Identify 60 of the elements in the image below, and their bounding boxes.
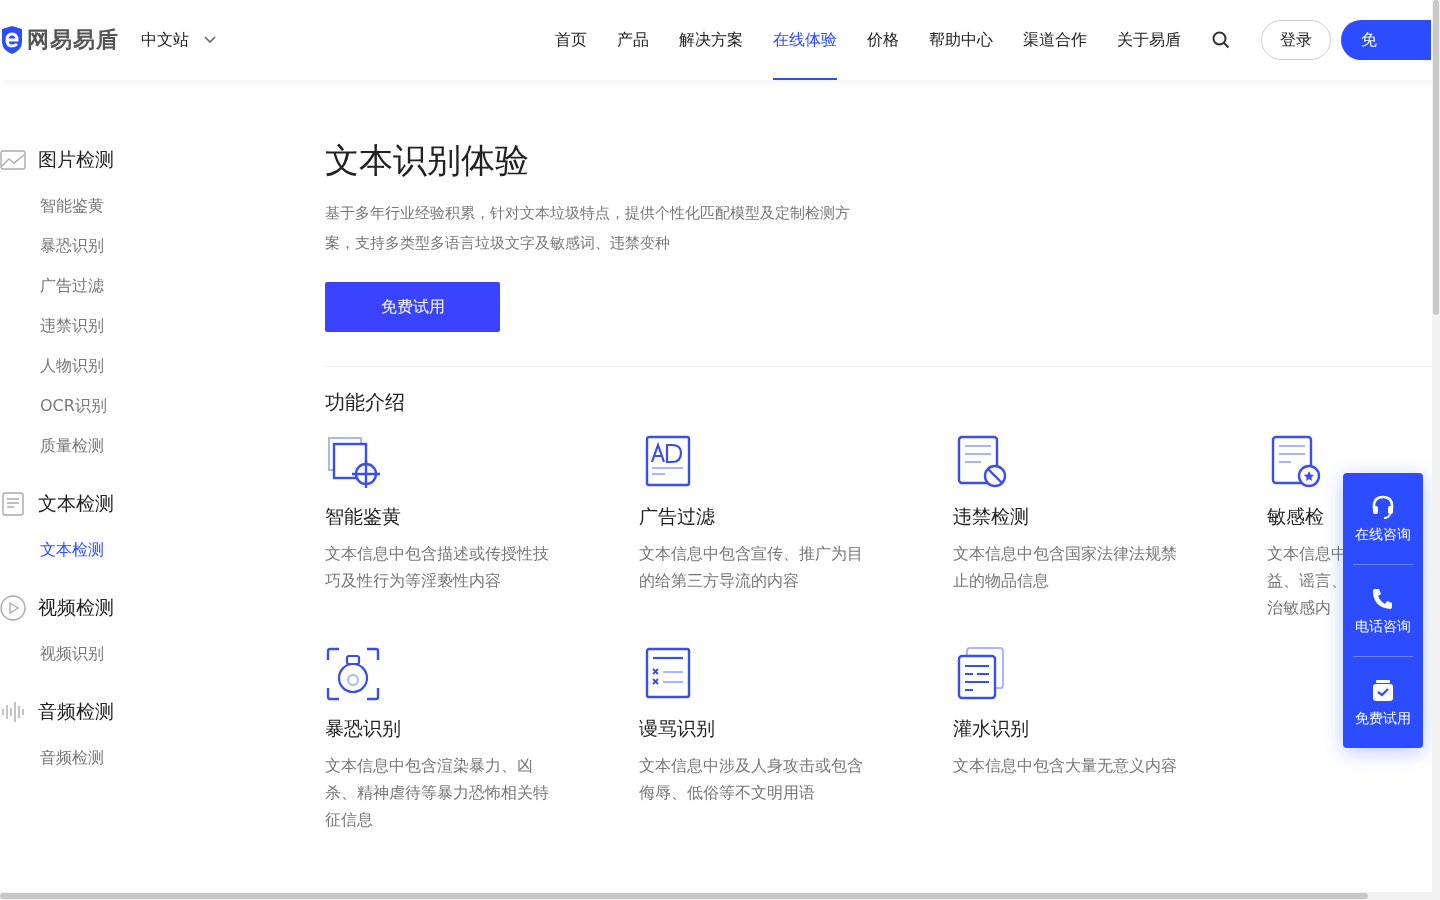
login-button[interactable]: 登录 <box>1261 20 1331 60</box>
sidebar-item[interactable]: 违禁识别 <box>40 306 104 346</box>
sidebar-item[interactable]: 广告过滤 <box>40 266 104 306</box>
intro-text: 基于多年行业经验积累，针对文本垃圾特点，提供个性化匹配模型及定制检测方案，支持多类型多语言垃圾文字及敏感词、违禁变种 <box>325 203 851 254</box>
sidebar-item[interactable]: 视频识别 <box>40 634 104 674</box>
feature-title: 违禁检测 <box>953 504 1029 529</box>
image-icon <box>0 150 26 170</box>
vertical-scrollbar[interactable] <box>1432 0 1440 900</box>
feature-description: 文本信息中包含大量无意义内容 <box>953 755 1177 777</box>
feature-description: 益、谣言、 <box>1267 570 1347 592</box>
chevron-down-icon <box>203 35 217 45</box>
contact-button[interactable]: 电话咨询 <box>1353 565 1413 657</box>
nav-link[interactable]: 渠道合作 <box>1023 0 1087 80</box>
nav-link[interactable]: 解决方案 <box>679 0 743 80</box>
check-box-icon <box>1370 677 1396 704</box>
contact-button[interactable]: 免费试用 <box>1353 657 1413 748</box>
nav-link[interactable]: 价格 <box>867 0 899 80</box>
contact-button[interactable]: 在线咨询 <box>1353 473 1413 565</box>
feature-description: 治敏感内 <box>1267 597 1331 619</box>
category-title[interactable]: 视频检测 <box>38 595 114 621</box>
nav-link[interactable]: 关于易盾 <box>1117 0 1181 80</box>
free-trial-button[interactable]: 免 <box>1341 20 1431 60</box>
waveform-icon <box>0 700 26 724</box>
nav-link[interactable]: 首页 <box>555 0 587 80</box>
crosshair-icon <box>325 434 381 490</box>
horizontal-scrollbar[interactable] <box>0 892 1432 900</box>
feature-title: 智能鉴黄 <box>325 504 401 529</box>
feature-title: 暴恐识别 <box>325 716 401 741</box>
free-trial-button[interactable]: 免费试用 <box>325 282 500 332</box>
sidebar-item[interactable]: 人物识别 <box>40 346 104 386</box>
sidebar-item[interactable]: 暴恐识别 <box>40 226 104 266</box>
nav-link[interactable]: 在线体验 <box>773 0 837 80</box>
feature-description: 文本信息中包含国家法律法规禁止的物品信息 <box>953 543 1178 592</box>
grenade-scan-icon <box>325 646 381 702</box>
nav-link[interactable]: 帮助中心 <box>929 0 993 80</box>
feature-title: 敏感检 <box>1267 504 1324 529</box>
feature-description: 文本信息中包含描述或传授性技巧及性行为等淫亵性内容 <box>325 543 550 592</box>
section-title: 功能介绍 <box>325 389 406 416</box>
sidebar-item[interactable]: 文本检测 <box>40 530 104 570</box>
category-title[interactable]: 文本检测 <box>38 491 114 517</box>
feature-title: 广告过滤 <box>639 504 715 529</box>
page-title: 文本识别体验 <box>325 139 530 182</box>
brand-name[interactable]: 网易易盾 <box>27 25 119 55</box>
search-icon[interactable] <box>1211 30 1231 50</box>
feature-description: 文本信息中包含宣传、推广为目的给第三方导流的内容 <box>639 543 864 592</box>
sidebar-item[interactable]: 音频检测 <box>40 738 104 778</box>
headset-icon <box>1370 493 1396 520</box>
category-title[interactable]: 图片检测 <box>38 147 114 173</box>
category-title[interactable]: 音频检测 <box>38 699 114 725</box>
sidebar-item[interactable]: OCR识别 <box>40 386 107 426</box>
feature-title: 灌水识别 <box>953 716 1029 741</box>
document-icon <box>0 492 26 516</box>
sidebar-item[interactable]: 质量检测 <box>40 426 104 466</box>
nav-link[interactable]: 产品 <box>617 0 649 80</box>
sidebar-item[interactable]: 智能鉴黄 <box>40 186 104 226</box>
feature-description: 文本信息中涉及人身攻击或包含侮辱、低俗等不文明用语 <box>639 755 864 804</box>
feature-description: 文本信息中包含渲染暴力、凶杀、精神虐待等暴力恐怖相关特征信息 <box>325 755 550 831</box>
play-icon <box>0 595 26 621</box>
feature-title: 谩骂识别 <box>639 716 715 741</box>
site-selector[interactable]: 中文站 <box>141 29 217 51</box>
